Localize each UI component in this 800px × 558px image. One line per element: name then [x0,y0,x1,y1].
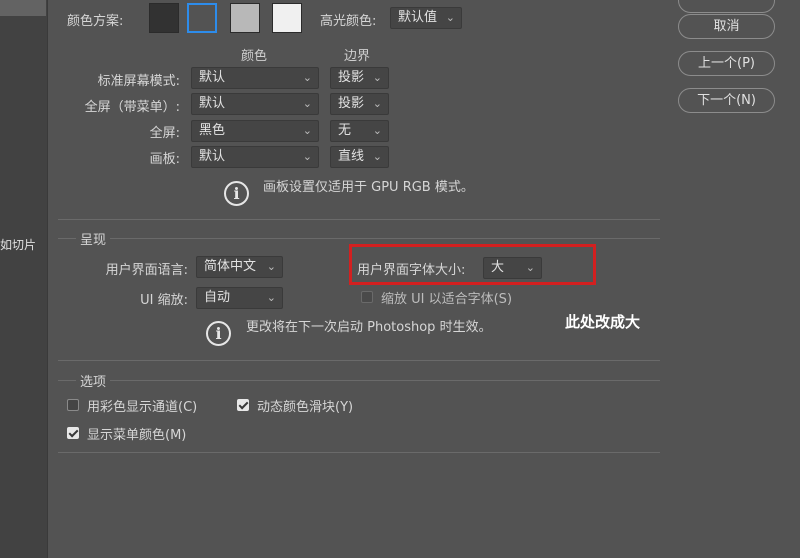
chevron-down-icon: ⌄ [302,71,312,84]
standard-screen-color-value: 默认 [199,70,226,85]
scale-ui-to-font-label: 缩放 UI 以适合字体(S) [381,292,513,307]
standard-screen-color-select[interactable]: 默认 ⌄ [191,67,319,89]
restart-note: 更改将在下一次启动 Photoshop 时生效。 [246,320,492,335]
row-label-fullscreen-menu: 全屏（带菜单）: [84,100,180,115]
fullscreen-menu-border-select[interactable]: 投影 ⌄ [330,93,389,115]
ui-scaling-select[interactable]: 自动 ⌄ [196,287,283,309]
fullscreen-border-value: 无 [338,123,352,138]
group-divider [58,452,660,453]
artboard-color-value: 默认 [199,149,226,164]
color-channels-checkbox[interactable] [67,399,79,411]
next-button[interactable]: 下一个(N) [678,88,775,113]
color-scheme-label: 颜色方案: [67,14,124,29]
dynamic-sliders-label: 动态颜色滑块(Y) [257,400,354,415]
group-divider [58,219,660,220]
chevron-down-icon: ⌄ [302,124,312,137]
group-border-presentation [58,238,660,239]
color-channels-label: 用彩色显示通道(C) [87,400,198,415]
sidebar-selected-item[interactable] [0,0,46,16]
column-header-border: 边界 [344,49,371,64]
row-label-artboard: 画板: [149,152,180,167]
info-icon: i [224,181,249,206]
ui-scaling-value: 自动 [204,290,231,305]
ui-scaling-label: UI 缩放: [140,293,188,308]
info-icon: i [206,321,231,346]
fullscreen-color-value: 黑色 [199,123,226,138]
highlight-color-value: 默认值 [398,10,438,25]
group-divider [58,360,660,361]
chevron-down-icon: ⌄ [302,97,312,110]
chevron-down-icon: ⌄ [372,97,382,110]
ui-language-label: 用户界面语言: [105,263,188,278]
annotation-highlight-box [349,244,596,285]
chevron-down-icon: ⌄ [372,150,382,163]
scale-ui-to-font-checkbox[interactable] [361,291,373,303]
fullscreen-menu-border-value: 投影 [338,96,365,111]
artboard-gpu-note: 画板设置仅适用于 GPU RGB 模式。 [263,180,474,195]
fullscreen-border-select[interactable]: 无 ⌄ [330,120,389,142]
standard-screen-border-value: 投影 [338,70,365,85]
highlight-color-select[interactable]: 默认值 ⌄ [390,7,462,29]
ok-button[interactable] [678,0,775,13]
color-scheme-swatch-darkest[interactable] [149,3,179,33]
ui-language-value: 简体中文 [204,259,257,274]
chevron-down-icon: ⌄ [266,260,276,273]
highlight-color-label: 高光颜色: [320,14,377,29]
color-scheme-swatch-dark[interactable] [187,3,217,33]
cancel-button[interactable]: 取消 [678,14,775,39]
previous-button[interactable]: 上一个(P) [678,51,775,76]
options-group-title: 选项 [76,371,111,390]
artboard-border-select[interactable]: 直线 ⌄ [330,146,389,168]
fullscreen-menu-color-value: 默认 [199,96,226,111]
artboard-color-select[interactable]: 默认 ⌄ [191,146,319,168]
chevron-down-icon: ⌄ [445,11,455,24]
color-scheme-swatch-light[interactable] [230,3,260,33]
dynamic-sliders-checkbox[interactable] [237,399,249,411]
ui-language-select[interactable]: 简体中文 ⌄ [196,256,283,278]
standard-screen-border-select[interactable]: 投影 ⌄ [330,67,389,89]
chevron-down-icon: ⌄ [372,71,382,84]
presentation-group-title: 呈现 [76,229,111,248]
menu-colors-checkbox[interactable] [67,427,79,439]
annotation-text: 此处改成大 [565,313,641,331]
sidebar-item-slices[interactable]: 如切片 [0,236,36,253]
fullscreen-menu-color-select[interactable]: 默认 ⌄ [191,93,319,115]
row-label-fullscreen: 全屏: [149,126,180,141]
group-border-options [58,380,660,381]
artboard-border-value: 直线 [338,149,365,164]
menu-colors-label: 显示菜单颜色(M) [87,428,187,443]
chevron-down-icon: ⌄ [372,124,382,137]
color-scheme-swatch-lightest[interactable] [272,3,302,33]
row-label-standard-screen: 标准屏幕模式: [97,74,180,89]
chevron-down-icon: ⌄ [302,150,312,163]
column-header-color: 颜色 [241,49,268,64]
fullscreen-color-select[interactable]: 黑色 ⌄ [191,120,319,142]
chevron-down-icon: ⌄ [266,291,276,304]
preferences-sidebar [0,0,48,558]
